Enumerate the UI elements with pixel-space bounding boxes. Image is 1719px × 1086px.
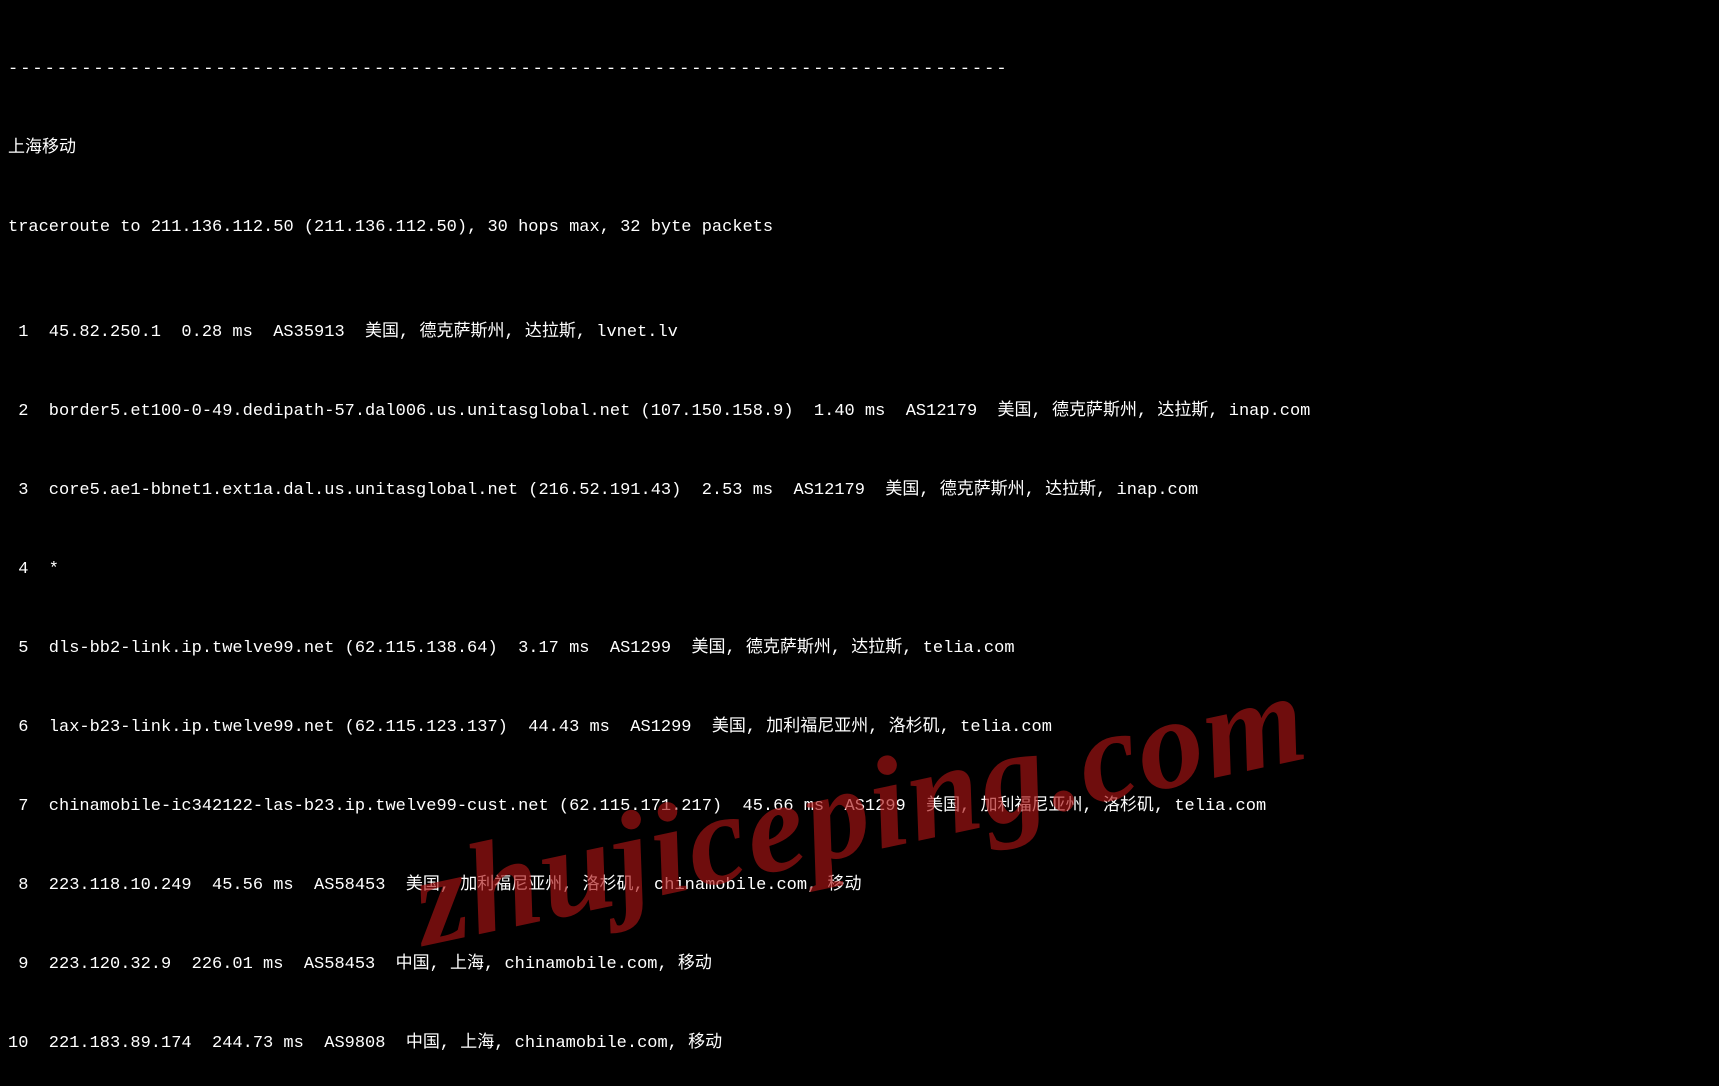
hop-detail: 45.82.250.1 0.28 ms AS35913 美国, 德克萨斯州, 达… bbox=[28, 323, 677, 342]
hop-number: 9 bbox=[8, 952, 28, 978]
hop-detail: border5.et100-0-49.dedipath-57.dal006.us… bbox=[28, 402, 1310, 421]
hop-row: 8 223.118.10.249 45.56 ms AS58453 美国, 加利… bbox=[8, 873, 1711, 899]
hop-detail: dls-bb2-link.ip.twelve99.net (62.115.138… bbox=[28, 639, 1014, 658]
hop-number: 1 bbox=[8, 320, 28, 346]
section-divider: ----------------------------------------… bbox=[8, 57, 1711, 83]
hop-number: 4 bbox=[8, 557, 28, 583]
hop-row: 6 lax-b23-link.ip.twelve99.net (62.115.1… bbox=[8, 715, 1711, 741]
hop-row: 10 221.183.89.174 244.73 ms AS9808 中国, 上… bbox=[8, 1031, 1711, 1057]
hop-row: 9 223.120.32.9 226.01 ms AS58453 中国, 上海,… bbox=[8, 952, 1711, 978]
hop-row: 3 core5.ae1-bbnet1.ext1a.dal.us.unitasgl… bbox=[8, 478, 1711, 504]
hop-number: 10 bbox=[8, 1031, 28, 1057]
hop-detail: core5.ae1-bbnet1.ext1a.dal.us.unitasglob… bbox=[28, 481, 1198, 500]
hop-detail: lax-b23-link.ip.twelve99.net (62.115.123… bbox=[28, 718, 1052, 737]
hop-number: 7 bbox=[8, 794, 28, 820]
hop-detail: * bbox=[28, 560, 59, 579]
hop-number: 2 bbox=[8, 399, 28, 425]
hop-row: 7 chinamobile-ic342122-las-b23.ip.twelve… bbox=[8, 794, 1711, 820]
terminal-output: ----------------------------------------… bbox=[0, 0, 1719, 1086]
trace-summary: traceroute to 211.136.112.50 (211.136.11… bbox=[8, 215, 1711, 241]
hop-row: 4 * bbox=[8, 557, 1711, 583]
hop-number: 6 bbox=[8, 715, 28, 741]
hop-row: 5 dls-bb2-link.ip.twelve99.net (62.115.1… bbox=[8, 636, 1711, 662]
hop-number: 3 bbox=[8, 478, 28, 504]
hop-detail: 223.118.10.249 45.56 ms AS58453 美国, 加利福尼… bbox=[28, 876, 861, 895]
hop-row: 1 45.82.250.1 0.28 ms AS35913 美国, 德克萨斯州,… bbox=[8, 320, 1711, 346]
hop-row: 2 border5.et100-0-49.dedipath-57.dal006.… bbox=[8, 399, 1711, 425]
hop-detail: 223.120.32.9 226.01 ms AS58453 中国, 上海, c… bbox=[28, 955, 712, 974]
hop-number: 5 bbox=[8, 636, 28, 662]
hop-detail: chinamobile-ic342122-las-b23.ip.twelve99… bbox=[28, 797, 1266, 816]
hop-number: 8 bbox=[8, 873, 28, 899]
trace-title: 上海移动 bbox=[8, 136, 1711, 162]
hop-detail: 221.183.89.174 244.73 ms AS9808 中国, 上海, … bbox=[28, 1034, 722, 1053]
